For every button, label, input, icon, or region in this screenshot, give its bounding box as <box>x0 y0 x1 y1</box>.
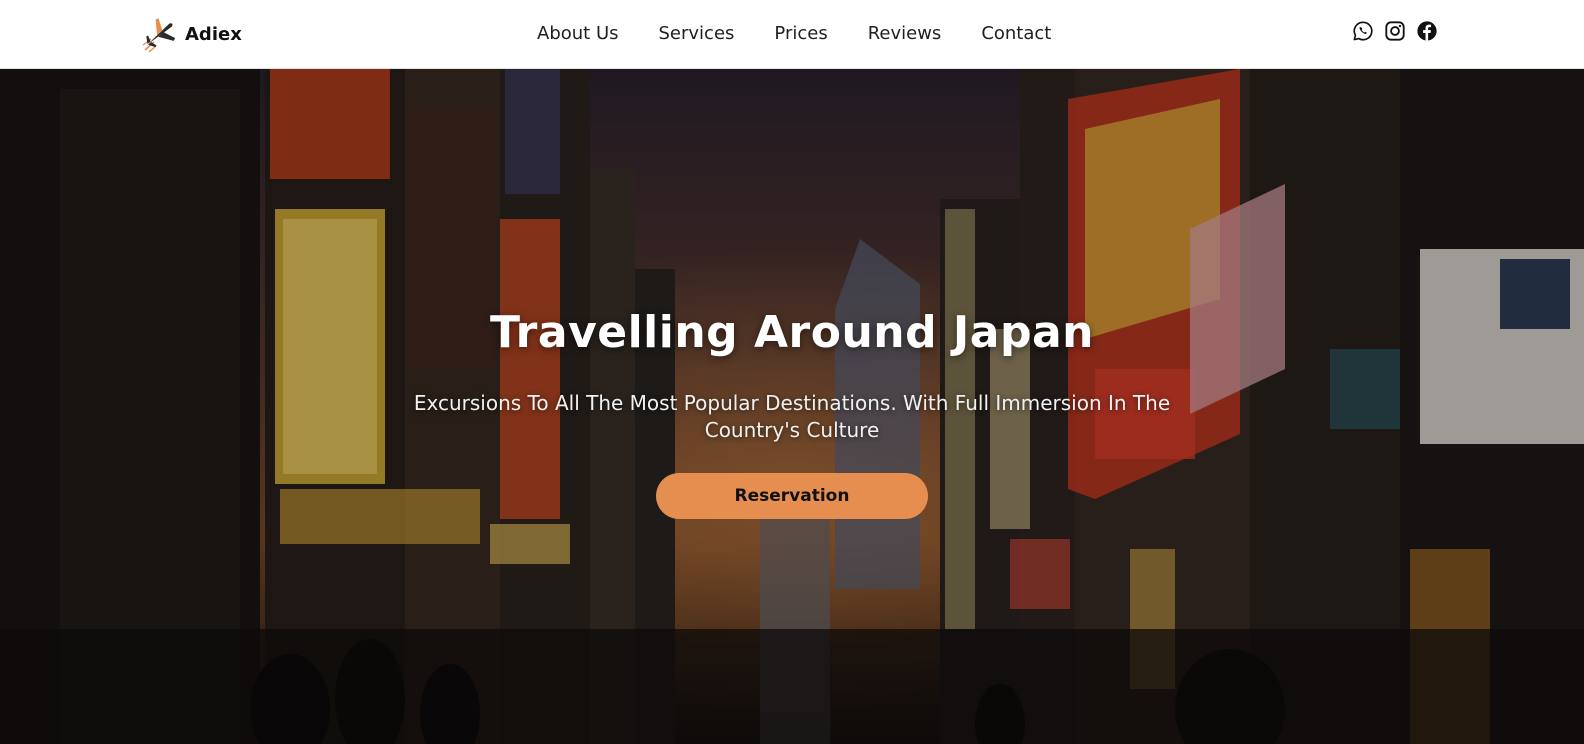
nav-item-contact[interactable]: Contact <box>981 20 1051 48</box>
nav-item-services[interactable]: Services <box>659 20 735 48</box>
nav-item-about-us[interactable]: About Us <box>537 20 619 48</box>
hero-title: Travelling Around Japan <box>490 307 1094 358</box>
airplane-icon <box>142 18 176 53</box>
whatsapp-icon[interactable] <box>1352 20 1374 42</box>
site-header: Adiex About Us Services Prices Reviews C… <box>0 0 1584 69</box>
main-nav: About Us Services Prices Reviews Contact <box>537 20 1051 48</box>
logo-link[interactable]: Adiex <box>140 14 242 54</box>
brand-name: Adiex <box>185 23 242 45</box>
hero-section: Travelling Around Japan Excursions To Al… <box>0 69 1584 744</box>
nav-item-reviews[interactable]: Reviews <box>868 20 942 48</box>
social-links <box>1352 20 1438 42</box>
hero-subtitle: Excursions To All The Most Popular Desti… <box>413 391 1171 442</box>
nav-item-prices[interactable]: Prices <box>774 20 827 48</box>
facebook-icon[interactable] <box>1416 20 1438 42</box>
instagram-icon[interactable] <box>1384 20 1406 42</box>
reservation-button[interactable]: Reservation <box>656 473 928 519</box>
